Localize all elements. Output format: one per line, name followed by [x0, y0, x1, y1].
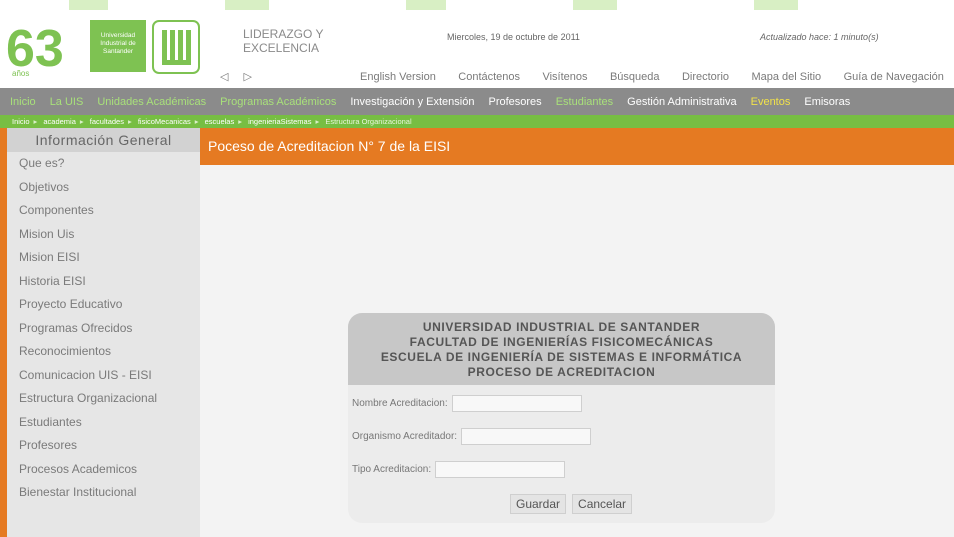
main-navigation: Inicio La UIS Unidades Académicas Progra…: [0, 88, 954, 115]
top-link-english[interactable]: English Version: [360, 71, 436, 83]
sidebar-item-estudiantes[interactable]: Estudiantes: [7, 411, 200, 435]
top-links: English Version Contáctenos Visítenos Bú…: [360, 71, 954, 83]
organismo-acreditador-input[interactable]: [461, 428, 592, 445]
organismo-acreditador-label: Organismo Acreditador:: [352, 431, 458, 442]
sidebar-item-bienestar[interactable]: Bienestar Institucional: [7, 481, 200, 505]
top-link-directory[interactable]: Directorio: [682, 71, 729, 83]
nav-item-gestion-administrativa[interactable]: Gestión Administrativa: [627, 96, 736, 108]
sidebar-title: Información General: [7, 128, 200, 152]
sidebar-item-historia-eisi[interactable]: Historia EISI: [7, 270, 200, 294]
sidebar-item-comunicacion[interactable]: Comunicacion UIS - EISI: [7, 364, 200, 388]
tipo-acreditacion-input[interactable]: [435, 461, 566, 478]
save-button[interactable]: Guardar: [510, 494, 567, 514]
cancel-button[interactable]: Cancelar: [572, 494, 633, 514]
breadcrumb-separator-icon: ▸: [127, 117, 132, 126]
tipo-acreditacion-label: Tipo Acreditacion:: [352, 464, 432, 475]
top-link-search[interactable]: Búsqueda: [610, 71, 660, 83]
sidebar-item-procesos-academicos[interactable]: Procesos Academicos: [7, 458, 200, 482]
top-link-sitemap[interactable]: Mapa del Sitio: [751, 71, 821, 83]
breadcrumb-item[interactable]: Inicio: [12, 117, 30, 126]
sidebar-item-objetivos[interactable]: Objetivos: [7, 176, 200, 200]
breadcrumb-current: Estructura Organizacional: [325, 117, 412, 126]
breadcrumb-item[interactable]: escuelas: [205, 117, 235, 126]
form-row-nombre: Nombre Acreditacion:: [352, 395, 582, 412]
nav-item-investigacion[interactable]: Investigación y Extensión: [350, 96, 474, 108]
form-header-line-1: UNIVERSIDAD INDUSTRIAL DE SANTANDER: [422, 320, 701, 334]
anniversary-logo[interactable]: 63 años: [4, 16, 82, 78]
sidebar-item-mision-eisi[interactable]: Mision EISI: [7, 246, 200, 270]
nav-item-inicio[interactable]: Inicio: [10, 96, 36, 108]
accreditation-form: UNIVERSIDAD INDUSTRIAL DE SANTANDER FACU…: [348, 313, 775, 523]
uis-logo-icon[interactable]: [152, 20, 200, 74]
motto-line-1: LIDERAZGO Y: [243, 27, 324, 41]
form-row-organismo: Organismo Acreditador:: [352, 428, 592, 445]
breadcrumb-item[interactable]: academia: [43, 117, 76, 126]
sidebar-item-programas-ofrecidos[interactable]: Programas Ofrecidos: [7, 317, 200, 341]
nav-item-eventos[interactable]: Eventos: [751, 96, 791, 108]
sidebar-item-profesores[interactable]: Profesores: [7, 434, 200, 458]
prev-arrow-icon[interactable]: ◁: [220, 71, 228, 83]
nav-item-emisoras[interactable]: Emisoras: [804, 96, 850, 108]
sidebar-item-mision-uis[interactable]: Mision Uis: [7, 223, 200, 247]
form-row-tipo: Tipo Acreditacion:: [352, 461, 566, 478]
breadcrumb-separator-icon: ▸: [79, 117, 84, 126]
sidebar-item-reconocimientos[interactable]: Reconocimientos: [7, 340, 200, 364]
motto-line-2: EXCELENCIA: [243, 41, 320, 55]
page-title: Poceso de Acreditacion N° 7 de la EISI: [200, 128, 954, 165]
nombre-acreditacion-label: Nombre Acreditacion:: [352, 398, 448, 409]
sidebar-item-que-es[interactable]: Que es?: [7, 152, 200, 176]
university-name-box[interactable]: Universidad Industrial de Santander: [90, 20, 146, 72]
motto: LIDERAZGO Y EXCELENCIA: [243, 27, 323, 55]
nav-item-profesores[interactable]: Profesores: [488, 96, 541, 108]
slider-arrows: ◁ ▷: [220, 70, 264, 83]
nav-item-programas-academicos[interactable]: Programas Académicos: [220, 96, 336, 108]
current-date: Miercoles, 19 de octubre de 2011: [447, 32, 580, 42]
top-link-contact[interactable]: Contáctenos: [458, 71, 520, 83]
top-link-visit[interactable]: Visítenos: [542, 71, 587, 83]
breadcrumb-item[interactable]: facultades: [90, 117, 124, 126]
breadcrumb-item[interactable]: fisicoMecanicas: [138, 117, 191, 126]
updated-status: Actualizado hace: 1 minuto(s): [760, 32, 879, 42]
sidebar: Información General Que es? Objetivos Co…: [0, 128, 200, 537]
form-buttons: Guardar Cancelar: [510, 494, 633, 514]
nav-item-estudiantes[interactable]: Estudiantes: [556, 96, 613, 108]
top-link-navigation-guide[interactable]: Guía de Navegación: [844, 71, 944, 83]
sidebar-item-proyecto-educativo[interactable]: Proyecto Educativo: [7, 293, 200, 317]
form-header: UNIVERSIDAD INDUSTRIAL DE SANTANDER FACU…: [348, 313, 775, 385]
university-name: Universidad Industrial de Santander: [100, 32, 136, 55]
sidebar-item-estructura-organizacional[interactable]: Estructura Organizacional: [7, 387, 200, 411]
breadcrumb-separator-icon: ▸: [238, 117, 242, 126]
top-decoration-stripes: [0, 0, 954, 10]
next-arrow-icon[interactable]: ▷: [244, 71, 252, 83]
form-header-line-4: PROCESO DE ACREDITACION: [467, 365, 656, 379]
form-header-line-2: FACULTAD DE INGENIERÍAS FISICOMECÁNICAS: [409, 335, 714, 349]
breadcrumb-separator-icon: ▸: [315, 117, 320, 126]
breadcrumb-separator-icon: ▸: [33, 117, 38, 126]
main-content: Poceso de Acreditacion N° 7 de la EISI U…: [200, 128, 954, 537]
breadcrumb-separator-icon: ▸: [194, 117, 199, 126]
nav-item-la-uis[interactable]: La UIS: [50, 96, 84, 108]
nav-item-unidades-academicas[interactable]: Unidades Académicas: [97, 96, 206, 108]
logo-caption: años: [12, 69, 29, 78]
nombre-acreditacion-input[interactable]: [451, 395, 582, 412]
breadcrumb-item[interactable]: ingenieriaSistemas: [248, 117, 311, 126]
breadcrumb: Inicio ▸ academia ▸ facultades ▸ fisicoMeca…: [0, 115, 954, 128]
sidebar-item-componentes[interactable]: Componentes: [7, 199, 200, 223]
site-header: 63 años Universidad Industrial de Santan…: [0, 10, 954, 88]
form-header-line-3: ESCUELA DE INGENIERÍA DE SISTEMAS E INFO…: [380, 350, 743, 364]
